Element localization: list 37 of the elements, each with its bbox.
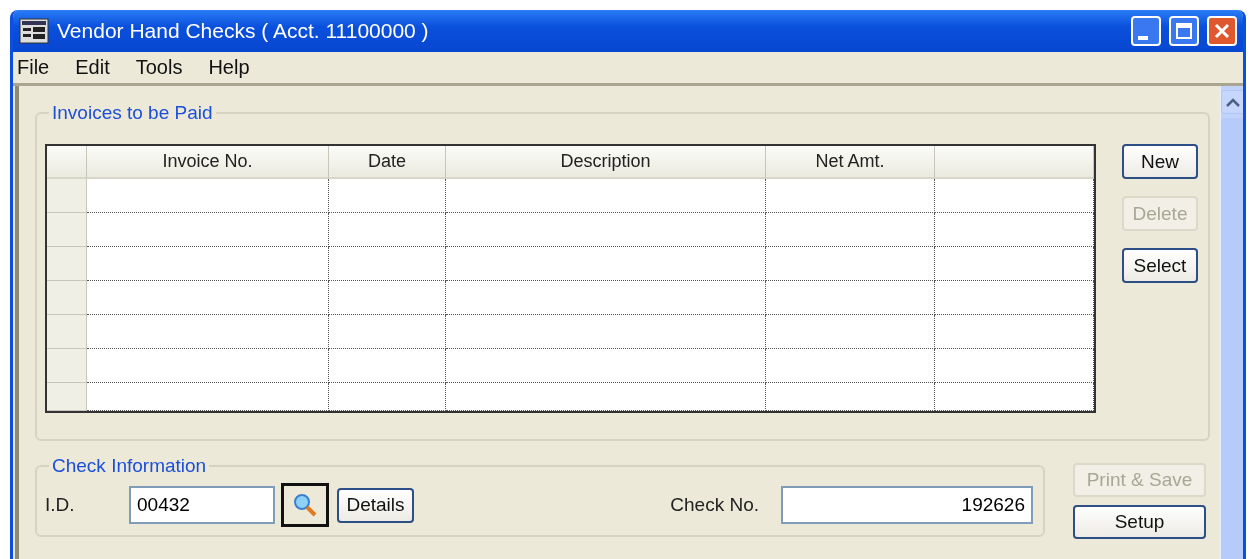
maximize-button[interactable] xyxy=(1169,16,1199,46)
close-icon xyxy=(1213,22,1231,40)
search-icon xyxy=(291,491,319,519)
lookup-button[interactable] xyxy=(281,483,329,527)
minimize-icon xyxy=(1138,36,1148,40)
row-header[interactable] xyxy=(47,247,87,281)
scrollbar[interactable] xyxy=(1220,86,1243,559)
column-header[interactable]: Description xyxy=(446,146,766,179)
grid-button[interactable]: Select xyxy=(1122,248,1198,283)
menu-item[interactable]: File xyxy=(17,56,50,79)
corner-header xyxy=(47,146,87,179)
close-button[interactable] xyxy=(1207,16,1237,46)
row-header[interactable] xyxy=(47,281,87,315)
column-header[interactable]: Invoice No. xyxy=(87,146,329,179)
row-header[interactable] xyxy=(47,179,87,213)
details-button[interactable]: Details xyxy=(337,487,414,523)
row-header[interactable] xyxy=(47,315,87,349)
minimize-button[interactable] xyxy=(1131,16,1161,46)
group-title: Check Information xyxy=(51,455,208,477)
row-header[interactable] xyxy=(47,383,87,411)
group-title: Invoices to be Paid xyxy=(51,102,214,124)
grid-button[interactable]: New xyxy=(1122,144,1198,179)
maximize-icon xyxy=(1175,22,1193,40)
menu-item[interactable]: Tools xyxy=(135,56,183,79)
check-number-field[interactable]: 192626 xyxy=(781,486,1033,524)
column-header[interactable]: Net Amt. xyxy=(766,146,935,179)
column-header[interactable]: Date xyxy=(329,146,446,179)
action-button[interactable]: Setup xyxy=(1073,505,1206,539)
menu-item[interactable]: Edit xyxy=(75,56,110,79)
row-header[interactable] xyxy=(47,213,87,247)
field-label: I.D. xyxy=(45,494,76,516)
field-label: Check No. xyxy=(670,494,759,516)
row-header[interactable] xyxy=(47,349,87,383)
window-title: Vendor Hand Checks ( Acct. 11100000 ) xyxy=(57,19,430,43)
id-field[interactable]: 00432 xyxy=(129,486,275,524)
app-icon xyxy=(19,18,49,44)
menu-item[interactable]: Help xyxy=(208,56,250,79)
